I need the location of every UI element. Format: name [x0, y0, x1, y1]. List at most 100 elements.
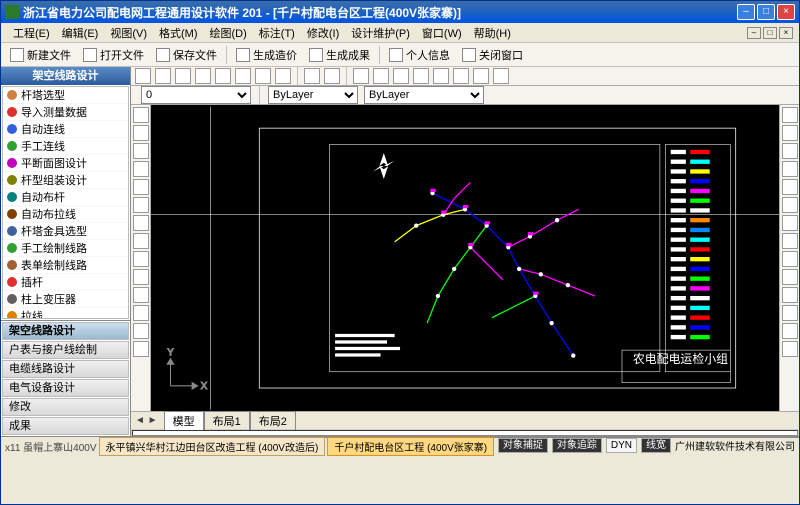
zoom-out-icon[interactable]: [175, 68, 191, 84]
mdi-min-button[interactable]: –: [747, 27, 761, 39]
mdi-restore-button[interactable]: □: [763, 27, 777, 39]
pline-tool-icon[interactable]: [133, 125, 149, 141]
sidebar-cat-5[interactable]: 成果: [2, 417, 129, 435]
menu-edit[interactable]: 编辑(E): [56, 23, 105, 43]
text-tool-icon[interactable]: [133, 269, 149, 285]
linetype-select[interactable]: ByLayer: [364, 86, 484, 104]
tab-model[interactable]: 模型: [164, 411, 204, 430]
doctab-1[interactable]: 永平镇兴华村江边田台区改造工程 (400V改造后): [99, 437, 326, 456]
lwt-toggle[interactable]: 线宽: [641, 438, 671, 453]
sidebar-item-4[interactable]: 平断面图设计: [3, 155, 128, 172]
extend-tool-icon[interactable]: [782, 215, 798, 231]
sidebar-list[interactable]: 杆塔选型导入测量数据自动连线手工连线平断面图设计杆型组装设计自动布杆自动布拉线杆…: [2, 86, 129, 319]
menu-project[interactable]: 工程(E): [7, 23, 56, 43]
sidebar-item-8[interactable]: 杆塔金具选型: [3, 223, 128, 240]
array-tool-icon[interactable]: [782, 305, 798, 321]
tab-layout1[interactable]: 布局1: [204, 411, 250, 431]
open-file-button[interactable]: 打开文件: [78, 45, 149, 65]
sidebar-item-6[interactable]: 自动布杆: [3, 189, 128, 206]
otrack-toggle[interactable]: 对象追踪: [552, 438, 602, 453]
close-button[interactable]: ×: [777, 4, 795, 20]
table-tool-icon[interactable]: [133, 341, 149, 357]
chamfer-tool-icon[interactable]: [782, 251, 798, 267]
menu-draw[interactable]: 绘图(D): [204, 23, 253, 43]
mdi-close-button[interactable]: ×: [779, 27, 793, 39]
settings-icon[interactable]: [413, 68, 429, 84]
dim-tool-icon[interactable]: [133, 323, 149, 339]
zoom-prev-icon[interactable]: [215, 68, 231, 84]
measure-icon[interactable]: [373, 68, 389, 84]
new-file-button[interactable]: 新建文件: [5, 45, 76, 65]
drawing-canvas[interactable]: 农电配电运检小组 XY: [151, 105, 779, 411]
rect-tool-icon[interactable]: [133, 143, 149, 159]
doctab-nav[interactable]: x11 虽帽上寨山400V: [5, 439, 97, 454]
tool16-icon[interactable]: [453, 68, 469, 84]
ellipse-tool-icon[interactable]: [133, 215, 149, 231]
zoom-window-icon[interactable]: [195, 68, 211, 84]
menu-annotate[interactable]: 标注(T): [253, 23, 301, 43]
dyn-toggle[interactable]: DYN: [606, 438, 637, 453]
insert-tool-icon[interactable]: [133, 305, 149, 321]
move-tool-icon[interactable]: [782, 107, 798, 123]
tool18-icon[interactable]: [493, 68, 509, 84]
arc-tool-icon[interactable]: [133, 161, 149, 177]
copy-tool-icon[interactable]: [782, 125, 798, 141]
sidebar-item-5[interactable]: 杆型组装设计: [3, 172, 128, 189]
point-tool-icon[interactable]: [133, 233, 149, 249]
zoom-extents-icon[interactable]: [135, 68, 151, 84]
save-file-button[interactable]: 保存文件: [151, 45, 222, 65]
tool8-icon[interactable]: [275, 68, 291, 84]
pan-icon[interactable]: [235, 68, 251, 84]
menu-view[interactable]: 视图(V): [104, 23, 153, 43]
sidebar-item-12[interactable]: 柱上变压器: [3, 291, 128, 308]
osnap-toggle[interactable]: 对象捕捉: [498, 438, 548, 453]
sidebar-cat-2[interactable]: 电缆线路设计: [2, 360, 129, 378]
sidebar-item-11[interactable]: 插杆: [3, 274, 128, 291]
block-tool-icon[interactable]: [133, 287, 149, 303]
sidebar-item-9[interactable]: 手工绘制线路: [3, 240, 128, 257]
explode-tool-icon[interactable]: [782, 341, 798, 357]
layer-select[interactable]: 0: [141, 86, 251, 104]
sidebar-item-3[interactable]: 手工连线: [3, 138, 128, 155]
sidebar-item-2[interactable]: 自动连线: [3, 121, 128, 138]
trim-tool-icon[interactable]: [782, 197, 798, 213]
menu-help[interactable]: 帮助(H): [468, 23, 517, 43]
tool7-icon[interactable]: [255, 68, 271, 84]
mirror-tool-icon[interactable]: [782, 161, 798, 177]
command-window[interactable]: 命令: P 按 Esc 或 Enter 键退出，或单击右键显示快捷菜单 命令:: [132, 430, 798, 436]
gen-result-button[interactable]: 生成成果: [304, 45, 375, 65]
scale-tool-icon[interactable]: [782, 269, 798, 285]
rotate-tool-icon[interactable]: [782, 143, 798, 159]
menu-modify[interactable]: 修改(I): [301, 23, 345, 43]
spline-tool-icon[interactable]: [133, 197, 149, 213]
print-icon[interactable]: [393, 68, 409, 84]
sidebar-item-10[interactable]: 表单绘制线路: [3, 257, 128, 274]
stretch-tool-icon[interactable]: [782, 287, 798, 303]
fillet-tool-icon[interactable]: [782, 233, 798, 249]
sidebar-item-7[interactable]: 自动布拉线: [3, 206, 128, 223]
menu-design[interactable]: 设计维护(P): [345, 23, 416, 43]
sidebar-cat-0[interactable]: 架空线路设计: [2, 322, 129, 340]
tab-layout2[interactable]: 布局2: [250, 411, 296, 431]
redo-icon[interactable]: [324, 68, 340, 84]
sidebar-item-1[interactable]: 导入测量数据: [3, 104, 128, 121]
close-window-button[interactable]: 关闭窗口: [457, 45, 528, 65]
maximize-button[interactable]: □: [757, 4, 775, 20]
sidebar-item-13[interactable]: 拉线: [3, 308, 128, 319]
menu-format[interactable]: 格式(M): [153, 23, 204, 43]
doctab-2[interactable]: 千户村配电台区工程 (400V张家寨): [327, 437, 494, 456]
sidebar-cat-4[interactable]: 修改: [2, 398, 129, 416]
tool17-icon[interactable]: [473, 68, 489, 84]
bylayer-color-select[interactable]: ByLayer: [268, 86, 358, 104]
undo-icon[interactable]: [304, 68, 320, 84]
line-tool-icon[interactable]: [133, 107, 149, 123]
hatch-tool-icon[interactable]: [133, 251, 149, 267]
minimize-button[interactable]: –: [737, 4, 755, 20]
offset-tool-icon[interactable]: [782, 179, 798, 195]
layer-icon[interactable]: [353, 68, 369, 84]
menu-window[interactable]: 窗口(W): [416, 23, 468, 43]
personal-info-button[interactable]: 个人信息: [384, 45, 455, 65]
gen-cost-button[interactable]: 生成造价: [231, 45, 302, 65]
sidebar-cat-3[interactable]: 电气设备设计: [2, 379, 129, 397]
zoom-in-icon[interactable]: [155, 68, 171, 84]
